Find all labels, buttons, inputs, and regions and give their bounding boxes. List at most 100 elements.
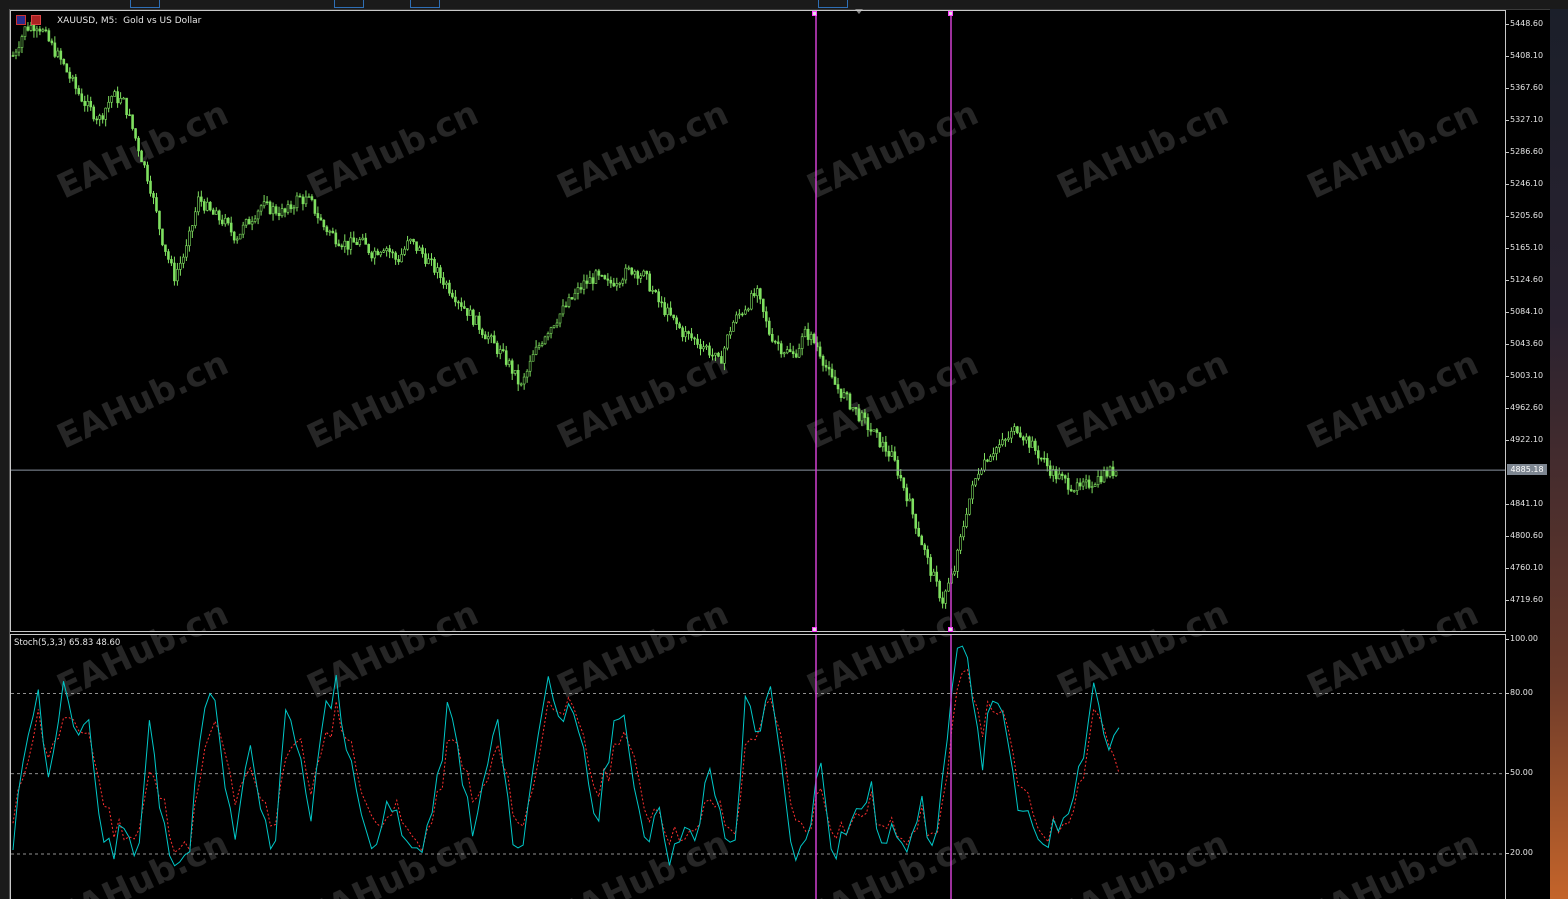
candle: [469, 305, 472, 316]
candle: [836, 377, 840, 394]
candle: [600, 274, 604, 278]
candle: [750, 290, 753, 311]
axis-tick: [1506, 344, 1509, 345]
candle: [956, 548, 959, 578]
candle: [262, 195, 266, 209]
candlestick-plot: [11, 11, 1505, 631]
candle: [744, 305, 747, 316]
candle: [89, 96, 93, 111]
price-label: 5165.10: [1510, 243, 1544, 252]
candle: [361, 233, 365, 241]
candle: [723, 345, 726, 371]
chart-type-icon[interactable]: [31, 15, 41, 25]
candle: [349, 231, 353, 255]
candle: [767, 317, 771, 336]
candle: [857, 404, 861, 423]
candle: [418, 245, 421, 251]
toolbar-strip: [0, 0, 1568, 10]
toolbar-button[interactable]: [818, 0, 848, 8]
candle: [433, 257, 436, 276]
candle: [669, 301, 672, 317]
candle: [522, 373, 526, 390]
candle: [573, 288, 577, 301]
vertical-line-handle[interactable]: [948, 627, 953, 632]
candle: [1022, 435, 1025, 446]
axis-tick: [1506, 772, 1509, 774]
axis-tick: [1506, 24, 1509, 25]
candle: [486, 331, 490, 344]
axis-tick: [1506, 248, 1509, 249]
candle: [59, 48, 63, 65]
candle: [660, 296, 663, 308]
candle: [1069, 484, 1073, 492]
vertical-line-handle[interactable]: [948, 11, 953, 16]
candle: [1010, 427, 1013, 444]
price-label: 4962.60: [1510, 403, 1544, 412]
candle: [666, 303, 669, 322]
candle: [128, 108, 131, 117]
candle: [854, 407, 858, 416]
candle: [185, 239, 188, 261]
candle: [920, 534, 924, 546]
candle: [609, 276, 613, 288]
candle: [460, 297, 463, 312]
candle: [923, 542, 927, 556]
candle: [229, 216, 233, 237]
axis-tick: [1506, 120, 1509, 121]
price-chart[interactable]: EAHub.cn EAHub.cn EAHub.cn EAHub.cn EAHub.cn…: [10, 10, 1506, 632]
candle: [83, 95, 87, 112]
candle: [373, 247, 376, 265]
candle: [406, 235, 409, 251]
chart-window-icon[interactable]: [16, 15, 26, 25]
candle: [947, 577, 950, 592]
stochastic-panel[interactable]: EAHub.cn EAHub.cn EAHub.cn EAHub.cn EAHub.cn…: [10, 634, 1506, 899]
candle: [1028, 435, 1031, 453]
axis-tick: [1506, 600, 1509, 601]
candle: [875, 428, 879, 438]
candle: [424, 248, 427, 267]
price-label: 5327.10: [1510, 115, 1544, 124]
candle: [1045, 453, 1049, 472]
candle: [131, 114, 134, 131]
candle: [702, 340, 705, 352]
candle: [259, 204, 263, 216]
vertical-line-handle[interactable]: [812, 627, 817, 632]
toolbar-button[interactable]: [130, 0, 160, 8]
candle: [824, 359, 828, 372]
candle: [358, 236, 362, 247]
candle: [534, 340, 538, 356]
candle: [519, 382, 523, 387]
candle: [352, 231, 356, 243]
candle: [570, 296, 574, 300]
candle: [546, 331, 550, 341]
price-axis[interactable]: 5448.60 5408.10 5367.60 5327.10 5286.60 5246.…: [1506, 10, 1550, 632]
axis-tick: [1506, 568, 1509, 569]
candle: [881, 436, 885, 452]
candle: [806, 322, 810, 346]
candle: [463, 300, 466, 310]
candle: [1075, 478, 1079, 496]
candle: [316, 206, 320, 224]
candle: [1034, 438, 1037, 455]
candle: [241, 221, 245, 239]
candle: [797, 343, 801, 358]
candle: [203, 198, 206, 214]
candle: [313, 199, 317, 216]
candle: [699, 338, 702, 356]
candle: [630, 267, 634, 276]
candle: [101, 113, 104, 124]
candle: [331, 227, 335, 234]
candle: [803, 326, 807, 338]
stochastic-axis[interactable]: 100.00 80.00 50.00 20.00: [1506, 634, 1550, 899]
toolbar-button[interactable]: [410, 0, 440, 8]
candle: [68, 67, 72, 83]
candle: [941, 591, 944, 609]
vertical-line-handle[interactable]: [812, 11, 817, 16]
candle: [747, 307, 750, 312]
price-label: 5408.10: [1510, 51, 1544, 60]
candle: [457, 300, 460, 310]
candle: [905, 483, 909, 507]
candle: [80, 88, 84, 103]
toolbar-button[interactable]: [334, 0, 364, 8]
candle: [770, 328, 774, 343]
